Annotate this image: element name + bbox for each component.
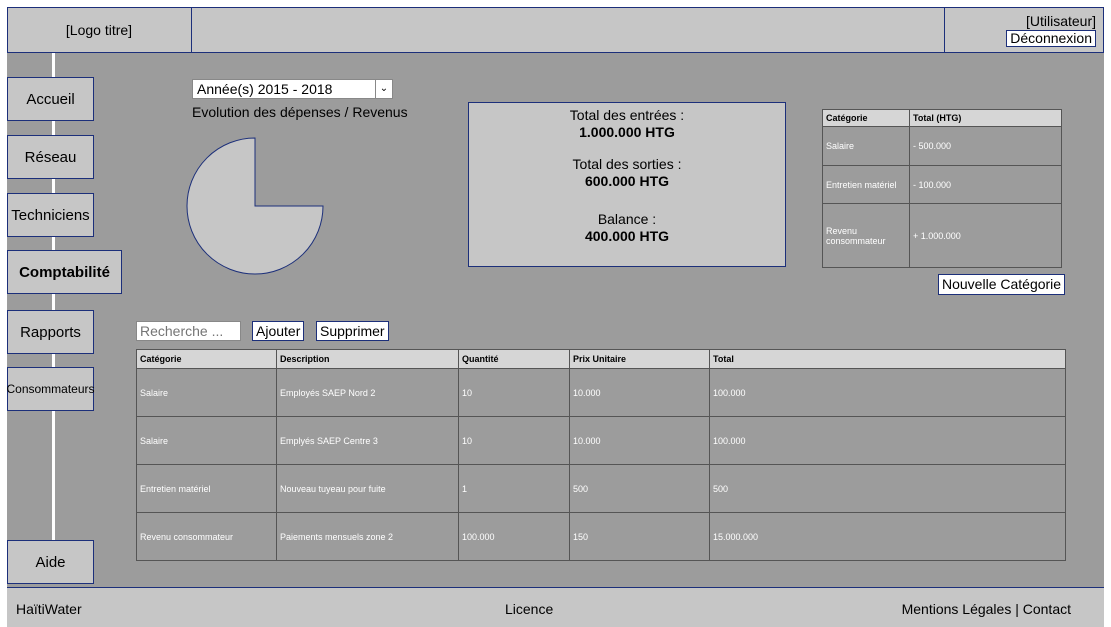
- add-button[interactable]: Ajouter: [252, 321, 305, 341]
- total-cell: - 500.000: [909, 126, 1062, 166]
- cell-category: Salaire: [136, 416, 277, 465]
- cell-unit-price: 150: [569, 512, 710, 561]
- cell-description: Emplyés SAEP Centre 3: [276, 416, 459, 465]
- cell-unit-price: 10.000: [569, 416, 710, 465]
- chevron-down-icon[interactable]: ⌄: [375, 80, 392, 98]
- category-table: Catégorie Total (HTG) Salaire - 500.000 …: [822, 109, 1062, 268]
- entries-value: 1.000.000 HTG: [579, 124, 675, 140]
- category-header: Catégorie: [822, 109, 910, 127]
- table-row[interactable]: Entretien matériel Nouveau tuyeau pour f…: [136, 464, 1066, 513]
- cell-quantity: 1: [458, 464, 570, 513]
- pie-chart: [186, 137, 324, 275]
- cell-category: Salaire: [136, 368, 277, 417]
- col-category: Catégorie: [136, 349, 277, 369]
- category-cell: Revenu consommateur: [822, 203, 910, 268]
- pie-slice: [186, 137, 324, 275]
- cell-description: Nouveau tuyeau pour fuite: [276, 464, 459, 513]
- search-input[interactable]: [136, 321, 241, 341]
- table-row[interactable]: Salaire Emplyés SAEP Centre 3 10 10.000 …: [136, 416, 1066, 465]
- table-row[interactable]: Salaire - 500.000: [822, 126, 1062, 166]
- sidebar-item-rapports[interactable]: Rapports: [7, 310, 94, 354]
- delete-button[interactable]: Supprimer: [316, 321, 389, 341]
- sidebar-item-accueil[interactable]: Accueil: [7, 77, 94, 121]
- user-panel: [Utilisateur] Déconnexion: [944, 7, 1104, 53]
- cell-total: 500: [709, 464, 1066, 513]
- total-header: Total (HTG): [909, 109, 1062, 127]
- year-select[interactable]: Année(s) 2015 - 2018 ⌄: [192, 79, 393, 99]
- logout-button[interactable]: Déconnexion: [1006, 30, 1096, 47]
- total-cell: + 1.000.000: [909, 203, 1062, 268]
- sidebar-item-consommateurs[interactable]: Consommateurs: [6, 367, 95, 411]
- category-cell: Salaire: [822, 126, 910, 166]
- sidebar-item-aide[interactable]: Aide: [7, 540, 94, 584]
- cell-quantity: 10: [458, 368, 570, 417]
- entries-label: Total des entrées :: [569, 107, 685, 123]
- summary-panel: Total des entrées : 1.000.000 HTG Total …: [468, 102, 786, 267]
- outputs-value: 600.000 HTG: [584, 173, 670, 189]
- table-row[interactable]: Entretien matériel - 100.000: [822, 165, 1062, 204]
- footer-brand[interactable]: HaïtiWater: [16, 601, 82, 617]
- footer: HaïtiWater Licence Mentions Légales | Co…: [7, 587, 1104, 627]
- table-row[interactable]: Revenu consommateur + 1.000.000: [822, 203, 1062, 268]
- new-category-button[interactable]: Nouvelle Catégorie: [938, 274, 1066, 295]
- cell-category: Entretien matériel: [136, 464, 277, 513]
- user-name[interactable]: [Utilisateur]: [945, 13, 1096, 29]
- col-total: Total: [709, 349, 1066, 369]
- cell-quantity: 10: [458, 416, 570, 465]
- footer-licence-link[interactable]: Licence: [505, 601, 553, 617]
- sidebar-item-techniciens[interactable]: Techniciens: [7, 193, 94, 237]
- cell-description: Employés SAEP Nord 2: [276, 368, 459, 417]
- balance-label: Balance :: [597, 211, 657, 227]
- cell-total: 100.000: [709, 416, 1066, 465]
- cell-unit-price: 500: [569, 464, 710, 513]
- table-row[interactable]: Revenu consommateur Paiements mensuels z…: [136, 512, 1066, 561]
- sidebar-item-reseau[interactable]: Réseau: [7, 135, 94, 179]
- cell-total: 15.000.000: [709, 512, 1066, 561]
- total-cell: - 100.000: [909, 165, 1062, 204]
- col-unit-price: Prix Unitaire: [569, 349, 710, 369]
- col-description: Description: [276, 349, 459, 369]
- category-cell: Entretien matériel: [822, 165, 910, 204]
- sidebar-item-comptabilite[interactable]: Comptabilité: [7, 250, 122, 294]
- cell-quantity: 100.000: [458, 512, 570, 561]
- logo-title[interactable]: [Logo titre]: [7, 7, 192, 53]
- cell-total: 100.000: [709, 368, 1066, 417]
- year-select-value: Année(s) 2015 - 2018: [197, 81, 333, 97]
- table-row[interactable]: Salaire Employés SAEP Nord 2 10 10.000 1…: [136, 368, 1066, 417]
- chart-title: Evolution des dépenses / Revenus: [192, 104, 408, 120]
- cell-description: Paiements mensuels zone 2: [276, 512, 459, 561]
- transactions-table: Catégorie Description Quantité Prix Unit…: [136, 349, 1066, 561]
- cell-unit-price: 10.000: [569, 368, 710, 417]
- outputs-label: Total des sorties :: [572, 156, 682, 172]
- col-quantity: Quantité: [458, 349, 570, 369]
- footer-legal-link[interactable]: Mentions Légales | Contact: [902, 601, 1071, 617]
- balance-value: 400.000 HTG: [584, 228, 670, 244]
- cell-category: Revenu consommateur: [136, 512, 277, 561]
